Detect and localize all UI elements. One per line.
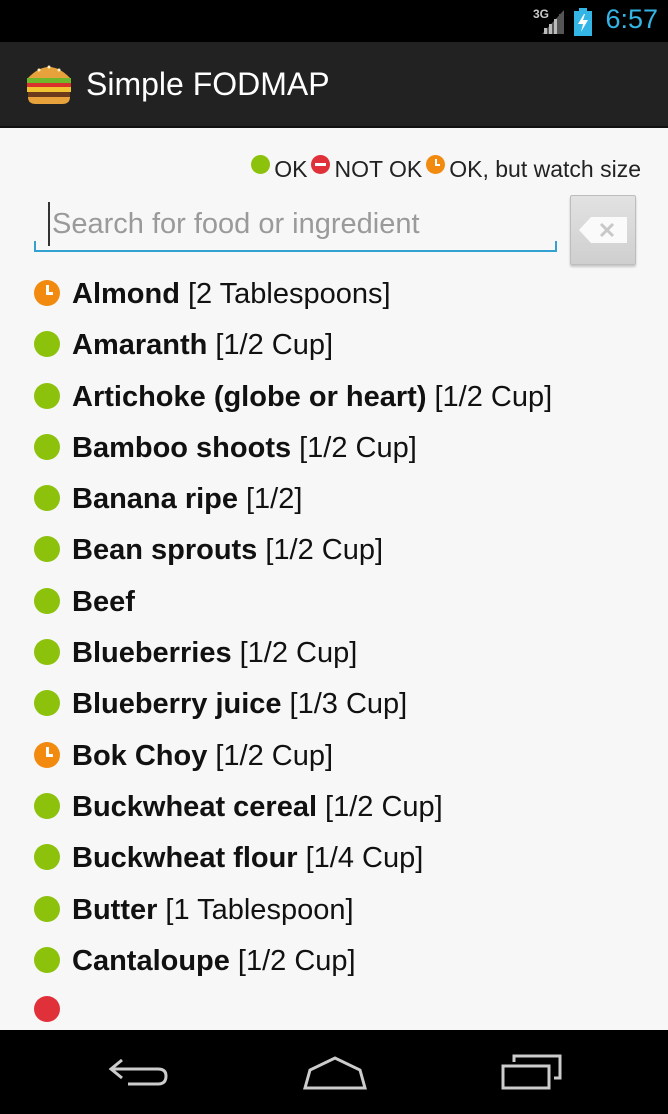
food-name: Banana ripe: [72, 483, 238, 516]
legend-ok-label: OK: [274, 156, 308, 182]
food-list-item[interactable]: Blueberry juice [1/3 Cup]: [0, 684, 668, 735]
clock: 6:57: [605, 4, 658, 34]
backspace-icon: [579, 217, 627, 243]
search-box: [34, 198, 557, 252]
ok-dot-icon: [34, 485, 60, 512]
food-name-line: Beef: [72, 586, 135, 619]
food-name: Amaranth: [72, 329, 208, 362]
food-name-line: Buckwheat flour [1/4 Cup]: [72, 842, 423, 875]
food-name: Buckwheat cereal: [72, 790, 318, 823]
food-list-item[interactable]: Bean sprouts [1/2 Cup]: [0, 530, 668, 581]
legend-watch-label: OK, but watch size: [449, 156, 641, 182]
food-portion: [1/2 Cup]: [325, 790, 443, 823]
food-portion: [1/4 Cup]: [305, 842, 424, 875]
ok-dot-icon: [34, 690, 60, 717]
food-name-line: Blueberries [1/2 Cup]: [72, 637, 357, 670]
navigation-bar: [0, 1030, 668, 1114]
food-portion: [1/2 Cup]: [434, 380, 553, 413]
food-portion: [2 Tablespoons]: [187, 278, 391, 310]
food-name-line: Cantaloupe [1/2 Cup]: [72, 945, 356, 978]
food-list-item[interactable]: Buckwheat cereal [1/2 Cup]: [0, 787, 668, 838]
food-name: Artichoke (globe or heart): [72, 380, 427, 413]
status-bar: 3G 6:57: [0, 0, 668, 42]
search-input[interactable]: [48, 202, 554, 246]
clock-dot-icon: [426, 155, 446, 174]
action-bar: Simple FODMAP: [0, 42, 668, 128]
ok-dot-icon: [34, 639, 60, 666]
food-list-item[interactable]: Artichoke (globe or heart) [1/2 Cup]: [0, 377, 668, 428]
food-name: Bean sprouts: [72, 534, 258, 567]
food-list-item[interactable]: Almond [2 Tablespoons]: [0, 274, 668, 325]
food-portion: [1/2 Cup]: [215, 739, 334, 772]
food-name-line: Artichoke (globe or heart) [1/2 Cup]: [72, 381, 552, 414]
food-name-line: Almond [2 Tablespoons]: [72, 278, 391, 311]
legend-not-ok: NOT OK: [307, 155, 423, 183]
ok-dot-icon: [34, 433, 60, 460]
not-ok-dot-icon: [311, 155, 331, 174]
legend-ok: OK: [251, 155, 308, 183]
food-name-line: Blueberry juice [1/3 Cup]: [72, 688, 407, 721]
food-list-item[interactable]: Bok Choy [1/2 Cup]: [0, 736, 668, 787]
status-legend: OK NOT OK OK, but watch size: [251, 155, 641, 183]
food-list-item[interactable]: Buckwheat flour [1/4 Cup]: [0, 838, 668, 889]
food-name: Beef: [72, 585, 135, 618]
food-portion: [1/2 Cup]: [299, 431, 417, 464]
main-content: OK NOT OK OK, but watch size Almond[2 Ta…: [0, 128, 668, 1030]
food-name: Cantaloupe: [72, 944, 230, 977]
food-list-item[interactable]: Amaranth [1/2 Cup]: [0, 325, 668, 376]
food-list-item[interactable]: Bamboo shoots [1/2 Cup]: [0, 428, 668, 479]
food-name-line: Buckwheat cereal [1/2 Cup]: [72, 791, 443, 824]
food-name-line: Amaranth [1/2 Cup]: [72, 329, 333, 362]
back-icon[interactable]: [108, 1052, 170, 1092]
food-list-item[interactable]: Blueberries [1/2 Cup]: [0, 633, 668, 684]
ok-dot-icon: [34, 792, 60, 819]
ok-dot-icon: [34, 536, 60, 563]
food-name-line: Banana ripe [1/2]: [72, 483, 302, 516]
food-name-line: Bamboo shoots [1/2 Cup]: [72, 432, 417, 465]
clear-search-button[interactable]: [570, 195, 636, 265]
ok-dot-icon: [34, 895, 60, 922]
food-portion: [1/2 Cup]: [237, 944, 356, 977]
burger-icon: [27, 65, 71, 104]
food-name: Buckwheat flour: [72, 842, 298, 875]
battery-charging-icon: [574, 8, 592, 36]
food-name: Blueberries: [72, 637, 232, 670]
not-ok-dot-icon: [34, 996, 60, 1022]
food-name-line: Bean sprouts [1/2 Cup]: [72, 534, 383, 567]
app-title: Simple FODMAP: [86, 66, 330, 102]
ok-dot-icon: [34, 844, 60, 871]
food-name: Blueberry juice: [72, 688, 282, 721]
food-name: Butter: [72, 893, 158, 926]
food-name: Almond: [72, 278, 180, 310]
food-portion: [1 Tablespoon]: [165, 893, 354, 926]
clock-dot-icon: [34, 741, 60, 768]
food-portion: [1/2 Cup]: [239, 637, 358, 670]
food-list-item[interactable]: Butter [1 Tablespoon]: [0, 890, 668, 941]
food-list-item[interactable]: Banana ripe [1/2]: [0, 479, 668, 530]
food-list: Almond [2 Tablespoons] Amaranth [1/2 Cup] Ar…: [0, 274, 668, 992]
legend-not-ok-label: NOT OK: [334, 156, 423, 182]
ok-dot-icon: [34, 382, 60, 409]
food-portion: [1/3 Cup]: [289, 688, 408, 721]
food-name-line: Butter [1 Tablespoon]: [72, 894, 354, 927]
food-name: Bamboo shoots: [72, 431, 292, 464]
food-portion: [1/2 Cup]: [265, 534, 384, 567]
food-portion: [1/2]: [246, 483, 303, 516]
food-list-item[interactable]: Cantaloupe [1/2 Cup]: [0, 941, 668, 992]
ok-dot-icon: [34, 331, 60, 358]
home-icon[interactable]: [302, 1052, 368, 1092]
clock-dot-icon: [34, 280, 60, 306]
recent-apps-icon[interactable]: [500, 1052, 562, 1092]
food-name: Bok Choy: [72, 739, 208, 772]
ok-dot-icon: [34, 946, 60, 973]
signal-icon: [542, 10, 564, 34]
food-portion: [1/2 Cup]: [215, 329, 334, 362]
ok-dot-icon: [34, 587, 60, 614]
food-list-item[interactable]: Beef: [0, 582, 668, 633]
legend-watch: OK, but watch size: [422, 155, 641, 183]
food-name-line: Bok Choy [1/2 Cup]: [72, 740, 333, 773]
ok-dot-icon: [251, 155, 271, 174]
